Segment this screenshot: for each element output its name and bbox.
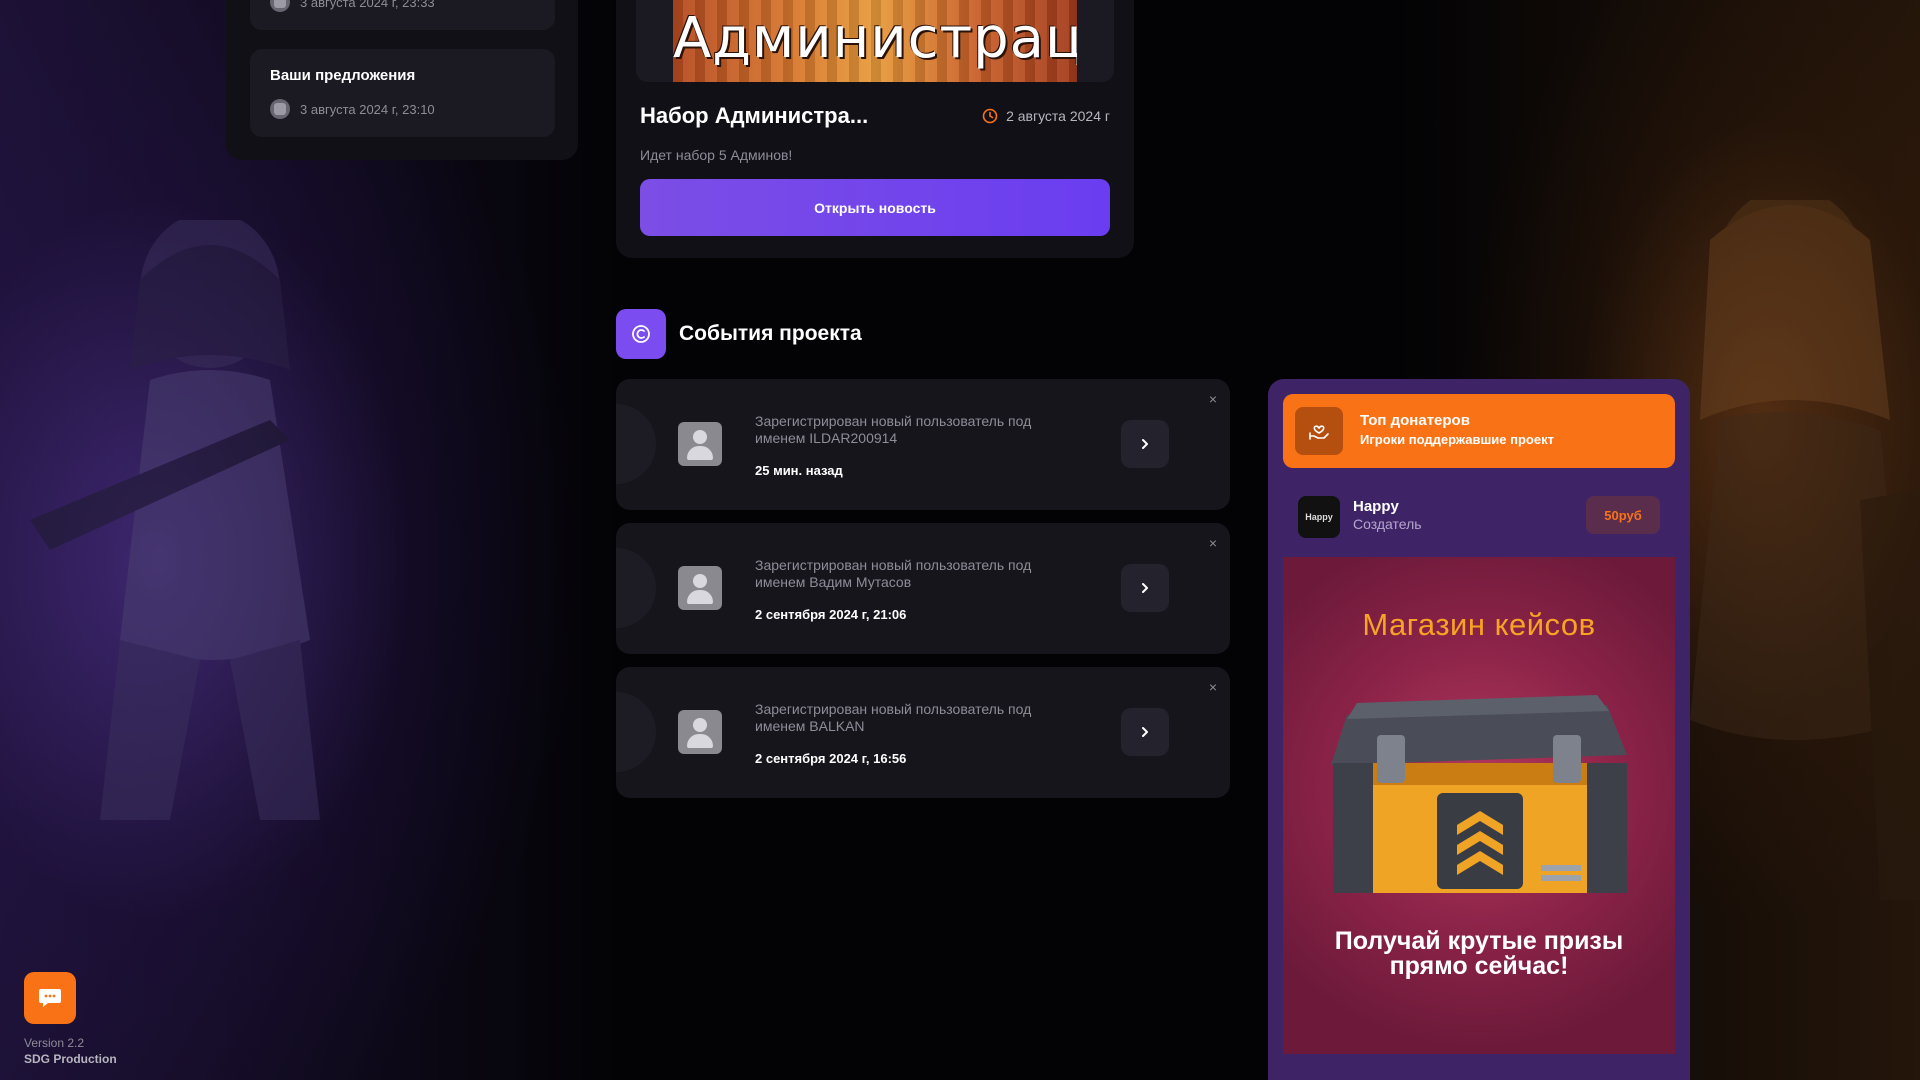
news-image-text: Администрацию [673,6,1077,71]
news-description: Идет набор 5 Админов! [640,147,793,163]
top-donors-title: Топ донатеров [1360,412,1470,429]
case-shop-subtitle-line1: Получай крутые призы [1334,927,1624,955]
background-character-left [30,220,320,820]
news-date: 2 августа 2024 г [982,108,1110,124]
event-open-button[interactable] [1121,564,1169,612]
event-decoration [616,404,656,484]
notification-meta: 3 августа 2024 г, 23:33 [270,0,435,12]
author-avatar-icon [270,0,290,12]
chat-icon [39,989,61,1007]
notification-item[interactable]: 3 августа 2024 г, 23:33 [250,0,555,30]
event-item: Зарегистрирован новый пользователь под и… [616,523,1230,654]
notification-meta: 3 августа 2024 г, 23:10 [270,99,435,119]
donor-amount-badge: 50руб [1586,496,1660,534]
donor-row[interactable]: Happy Happy Создатель 50руб [1298,496,1660,540]
author-avatar-icon [270,99,290,119]
event-text: Зарегистрирован новый пользователь под и… [755,413,1032,446]
notification-title: Ваши предложения [270,67,416,84]
events-header: События проекта [616,309,862,359]
donor-role: Создатель [1353,516,1422,532]
case-shop-banner[interactable]: Магазин кейсов Получай крутые призы прям… [1283,557,1675,1054]
news-image-banner: Администрацию [673,0,1077,82]
app-version: Version 2.2 [24,1036,85,1050]
user-placeholder-icon [678,422,722,466]
right-sidebar: Топ донатеров Игроки поддержавшие проект… [1268,379,1690,1080]
clock-icon [982,108,998,124]
notification-date: 3 августа 2024 г, 23:10 [300,101,435,117]
producer-label: SDG Production [24,1052,117,1066]
donor-avatar: Happy [1298,496,1340,538]
event-decoration [616,692,656,772]
user-placeholder-icon [678,710,722,754]
top-donors-header: Топ донатеров Игроки поддержавшие проект [1283,394,1675,468]
case-shop-subtitle-line2: прямо сейчас! [1389,952,1569,980]
event-text: Зарегистрирован новый пользователь под и… [755,557,1032,590]
chat-button[interactable] [24,972,76,1024]
top-donors-subtitle: Игроки поддержавшие проект [1360,432,1554,447]
event-text: Зарегистрирован новый пользователь под и… [755,701,1032,734]
donor-hand-icon [1295,407,1343,455]
event-item: Зарегистрирован новый пользователь под и… [616,379,1230,510]
notification-item[interactable]: Ваши предложения 3 августа 2024 г, 23:10 [250,49,555,137]
event-open-button[interactable] [1121,708,1169,756]
notifications-panel: 3 августа 2024 г, 23:33 Ваши предложения… [226,0,578,160]
notification-date: 3 августа 2024 г, 23:33 [300,0,435,10]
events-title: События проекта [679,322,862,345]
close-icon[interactable]: × [1209,535,1217,551]
event-time: 25 мин. назад [755,463,843,478]
event-decoration [616,548,656,628]
event-time: 2 сентября 2024 г, 16:56 [755,751,907,766]
chevron-right-icon [1142,583,1148,593]
events-icon [616,309,666,359]
close-icon[interactable]: × [1209,679,1217,695]
event-time: 2 сентября 2024 г, 21:06 [755,607,907,622]
news-card: Администрацию Набор Администра... 2 авгу… [616,0,1134,258]
case-shop-subtitle: Получай крутые призы прямо сейчас! [1283,929,1675,979]
news-date-text: 2 августа 2024 г [1006,108,1110,124]
close-icon[interactable]: × [1209,391,1217,407]
event-open-button[interactable] [1121,420,1169,468]
chevron-right-icon [1142,439,1148,449]
crate-icon [1331,695,1627,893]
news-image[interactable]: Администрацию [636,0,1114,82]
chevron-right-icon [1142,727,1148,737]
news-title: Набор Администра... [640,103,869,128]
user-placeholder-icon [678,566,722,610]
case-shop-title: Магазин кейсов [1362,607,1596,642]
open-news-button[interactable]: Открыть новость [640,179,1110,236]
event-item: Зарегистрирован новый пользователь под и… [616,667,1230,798]
donor-name: Happy [1353,498,1399,515]
